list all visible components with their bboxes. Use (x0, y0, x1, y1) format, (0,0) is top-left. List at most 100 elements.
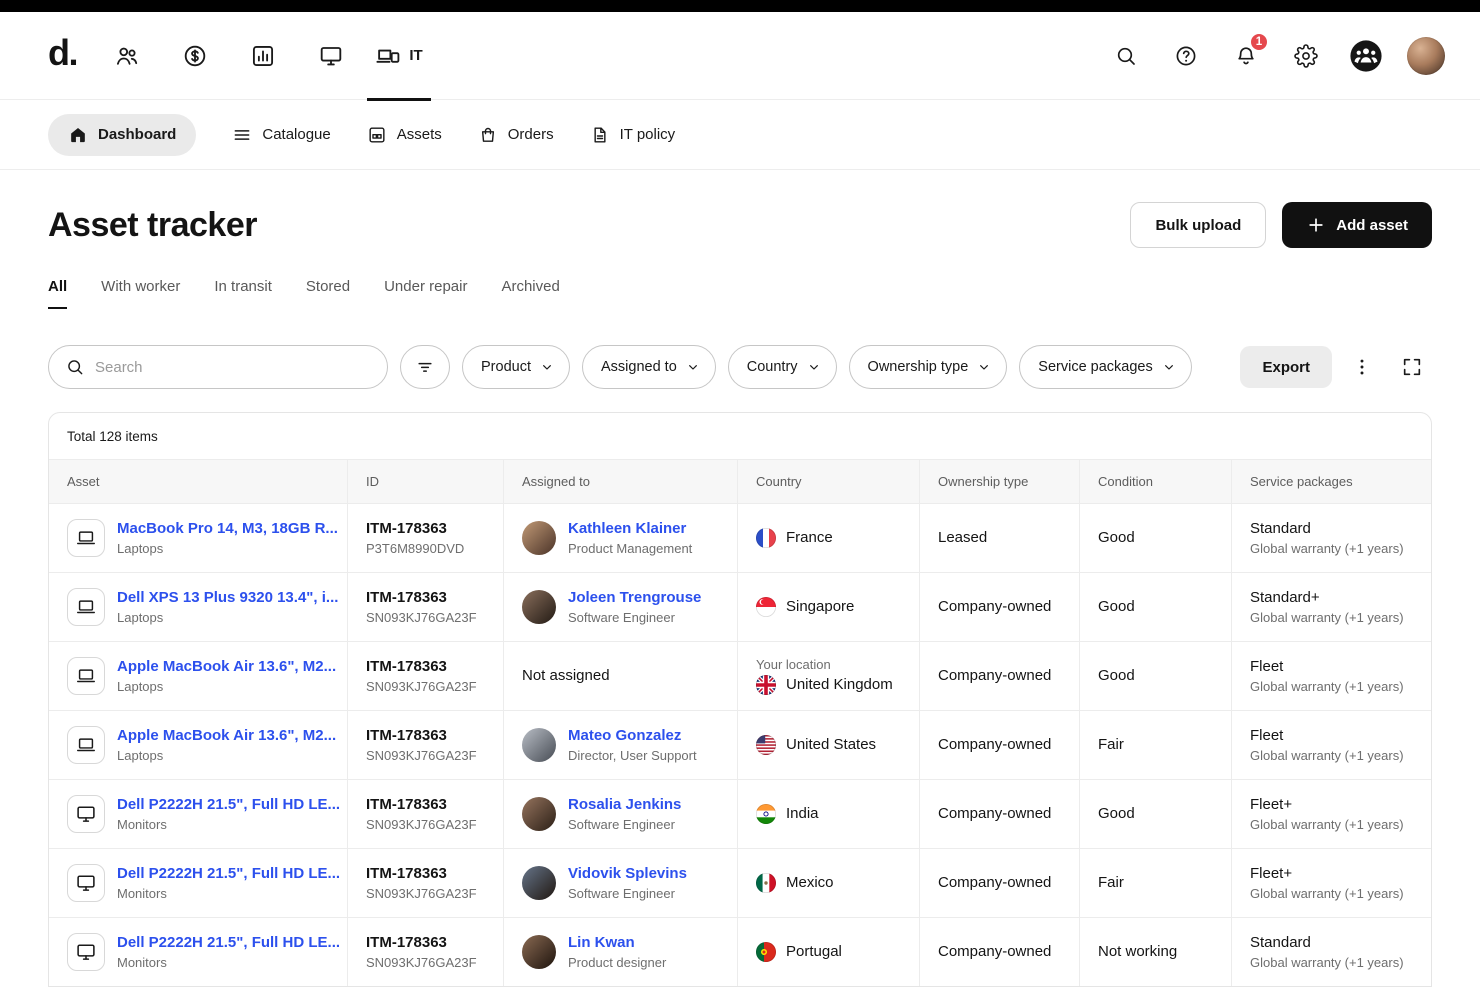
deel-logo[interactable]: d. (48, 35, 77, 77)
asset-id: ITM-178363 (366, 589, 477, 608)
cell-country: India (738, 780, 920, 848)
assignee-name-link[interactable]: Vidovik Splevins (568, 865, 687, 884)
help-button[interactable] (1156, 12, 1216, 100)
cell-country: United States (738, 711, 920, 779)
asset-serial: SN093KJ76GA23F (366, 955, 477, 970)
nav-reports-button[interactable] (229, 12, 297, 100)
table-total-count: Total 128 items (49, 413, 1431, 459)
asset-name-link[interactable]: Dell P2222H 21.5", Full HD LE... (117, 934, 329, 953)
table-row[interactable]: MacBook Pro 14, M3, 18GB R... Laptops IT… (49, 503, 1431, 572)
subnav-item-catalogue[interactable]: Catalogue (232, 114, 330, 156)
team-icon (1349, 39, 1383, 73)
subnav-item-it-policy[interactable]: IT policy (590, 114, 676, 156)
assignee-role: Software Engineer (568, 886, 687, 901)
policy-icon (590, 125, 610, 145)
table-row[interactable]: Apple MacBook Air 13.6", M2... Laptops I… (49, 641, 1431, 710)
package-name: Fleet+ (1250, 796, 1404, 815)
asset-name-link[interactable]: MacBook Pro 14, M3, 18GB R... (117, 520, 329, 539)
ownership-value: Company-owned (938, 736, 1051, 755)
assignee-role: Director, User Support (568, 748, 697, 763)
nav-it-tab[interactable]: IT (365, 12, 433, 100)
package-name: Standard (1250, 934, 1404, 953)
cell-ownership: Leased (920, 504, 1080, 572)
asset-category: Monitors (117, 817, 329, 832)
search-input[interactable] (95, 359, 371, 376)
asset-name-link[interactable]: Dell P2222H 21.5", Full HD LE... (117, 865, 329, 884)
navbar-utilities: 1 (1096, 12, 1456, 100)
add-asset-button[interactable]: Add asset (1282, 202, 1432, 248)
subnav-item-assets[interactable]: Assets (367, 114, 442, 156)
export-button[interactable]: Export (1240, 346, 1332, 388)
cell-service-package: Standard+ Global warranty (+1 years) (1232, 573, 1432, 641)
assignee-name-link[interactable]: Joleen Trengrouse (568, 589, 701, 608)
main-content: Asset tracker Bulk upload Add asset AllW… (0, 202, 1480, 987)
assignee-name-link[interactable]: Mateo Gonzalez (568, 727, 697, 746)
menu-icon (232, 125, 252, 145)
cell-asset: Apple MacBook Air 13.6", M2... Laptops (49, 711, 348, 779)
asset-name-link[interactable]: Dell P2222H 21.5", Full HD LE... (117, 796, 329, 815)
status-tabs: All With worker In transit Stored Under repa… (48, 278, 1432, 309)
tab-stored[interactable]: Stored (306, 278, 350, 309)
subnav-item-dashboard[interactable]: Dashboard (48, 114, 196, 156)
cell-condition: Good (1080, 642, 1232, 710)
asset-name-link[interactable]: Dell XPS 13 Plus 9320 13.4", i... (117, 589, 329, 608)
laptop-icon (67, 657, 105, 695)
filter-dropdown-country[interactable]: Country (728, 345, 837, 389)
settings-button[interactable] (1276, 12, 1336, 100)
condition-value: Good (1098, 529, 1135, 548)
subnav-item-orders[interactable]: Orders (478, 114, 554, 156)
monitor-icon (67, 933, 105, 971)
filter-dropdown-ownership-type[interactable]: Ownership type (849, 345, 1008, 389)
subnav-item-label: Orders (508, 126, 554, 143)
subnav-item-label: IT policy (620, 126, 676, 143)
filter-dropdown-product[interactable]: Product (462, 345, 570, 389)
plus-icon (1306, 215, 1326, 235)
filter-dropdown-service-packages[interactable]: Service packages (1019, 345, 1191, 389)
asset-name-link[interactable]: Apple MacBook Air 13.6", M2... (117, 727, 329, 746)
gear-icon (1294, 44, 1318, 68)
table-row[interactable]: Apple MacBook Air 13.6", M2... Laptops I… (49, 710, 1431, 779)
search-button[interactable] (1096, 12, 1156, 100)
nav-people-button[interactable] (93, 12, 161, 100)
asset-category: Monitors (117, 955, 329, 970)
assignee-avatar (522, 728, 556, 762)
assignee-name-link[interactable]: Lin Kwan (568, 934, 666, 953)
table-row[interactable]: Dell XPS 13 Plus 9320 13.4", i... Laptop… (49, 572, 1431, 641)
column-header-assigned-to: Assigned to (504, 460, 738, 503)
user-avatar[interactable] (1396, 12, 1456, 100)
tab-all[interactable]: All (48, 278, 67, 309)
ownership-value: Company-owned (938, 598, 1051, 617)
filter-dropdown-assigned-to[interactable]: Assigned to (582, 345, 716, 389)
tab-with-worker[interactable]: With worker (101, 278, 180, 309)
assignee-avatar (522, 590, 556, 624)
nav-workspace-button[interactable] (297, 12, 365, 100)
column-header-asset: Asset (49, 460, 348, 503)
bulk-upload-button[interactable]: Bulk upload (1130, 202, 1266, 248)
assignee-name-link[interactable]: Rosalia Jenkins (568, 796, 681, 815)
nav-payroll-button[interactable] (161, 12, 229, 100)
asset-id: ITM-178363 (366, 658, 477, 677)
flag-in-icon (756, 804, 776, 824)
more-options-button[interactable] (1342, 347, 1382, 387)
assignee-role: Software Engineer (568, 817, 681, 832)
help-icon (1174, 44, 1198, 68)
table-row[interactable]: Dell P2222H 21.5", Full HD LE... Monitor… (49, 779, 1431, 848)
table-row[interactable]: Dell P2222H 21.5", Full HD LE... Monitor… (49, 917, 1431, 986)
package-warranty: Global warranty (+1 years) (1250, 679, 1404, 694)
notifications-button[interactable]: 1 (1216, 12, 1276, 100)
tab-under-repair[interactable]: Under repair (384, 278, 467, 309)
filter-button[interactable] (400, 345, 450, 389)
asset-name-link[interactable]: Apple MacBook Air 13.6", M2... (117, 658, 329, 677)
tab-in-transit[interactable]: In transit (214, 278, 272, 309)
package-warranty: Global warranty (+1 years) (1250, 541, 1404, 556)
country-name: United Kingdom (786, 676, 893, 695)
assignee-name-link[interactable]: Kathleen Klainer (568, 520, 692, 539)
search-box[interactable] (48, 345, 388, 389)
subnav-item-label: Dashboard (98, 126, 176, 143)
fullscreen-button[interactable] (1392, 347, 1432, 387)
country-name: France (786, 529, 833, 548)
asset-category: Monitors (117, 886, 329, 901)
table-row[interactable]: Dell P2222H 21.5", Full HD LE... Monitor… (49, 848, 1431, 917)
team-button[interactable] (1336, 12, 1396, 100)
tab-archived[interactable]: Archived (501, 278, 559, 309)
